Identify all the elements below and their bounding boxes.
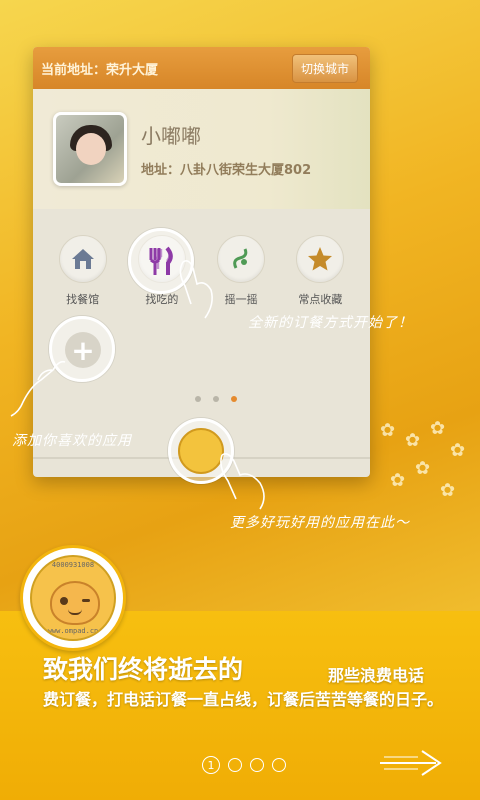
- hand-pointer-icon: [10, 360, 66, 417]
- badge-bottom-text: www.ompad.cn: [47, 627, 99, 635]
- avatar: [53, 112, 127, 186]
- app-label: 常点收藏: [298, 293, 343, 306]
- current-address: 当前地址：荣升大厦: [41, 62, 159, 78]
- annotation-add-apps: 添加你喜欢的应用: [12, 433, 132, 449]
- page-dot[interactable]: [213, 396, 219, 402]
- window-page-dots: [195, 396, 237, 402]
- pager-dot[interactable]: [228, 758, 242, 772]
- intro-headline: 致我们终将逝去的: [43, 655, 244, 684]
- house-icon: [58, 235, 107, 283]
- annotation-new-order: 全新的订餐方式开始了！: [248, 315, 413, 331]
- star-icon: [296, 235, 345, 283]
- intro-subline: 那些浪费电话: [328, 666, 425, 685]
- next-arrow-icon[interactable]: [378, 748, 444, 778]
- annotation-more-apps: 更多好玩好用的应用在此～: [230, 515, 410, 531]
- user-name: 小嘟嘟: [141, 124, 201, 148]
- pager-dot[interactable]: [272, 758, 286, 772]
- window-header: 当前地址：荣升大厦 切换城市: [33, 47, 370, 89]
- hand-pointer-icon: [220, 453, 265, 510]
- app-favorites[interactable]: 常点收藏: [285, 235, 355, 307]
- intro-pager: 1: [202, 756, 286, 774]
- hand-pointer-icon: [179, 260, 213, 319]
- profile-section: 小嘟嘟 地址：八卦八街荣生大厦802: [33, 89, 370, 209]
- switch-city-button[interactable]: 切换城市: [291, 53, 358, 83]
- page-dot-active[interactable]: [231, 396, 237, 402]
- intro-body: 费订餐，打电话订餐一直占线，订餐后苦苦等餐的日子。: [43, 690, 444, 709]
- pager-dot[interactable]: [250, 758, 264, 772]
- user-address: 地址：八卦八街荣生大厦802: [141, 163, 312, 178]
- app-label: 找餐馆: [66, 293, 100, 306]
- cat-mascot-badge: 4000931008 www.ompad.cn: [20, 545, 126, 651]
- page-dot[interactable]: [195, 396, 201, 402]
- app-find-restaurant[interactable]: 找餐馆: [48, 235, 118, 307]
- cat-face-icon: [50, 581, 100, 625]
- background-flowers: ✿ ✿ ✿ ✿ ✿ ✿ ✿: [380, 418, 466, 501]
- pager-dot-current[interactable]: 1: [202, 756, 220, 774]
- badge-top-text: 4000931008: [51, 561, 95, 569]
- plus-icon: +: [65, 332, 101, 368]
- app-label: 摇一摇: [224, 293, 258, 306]
